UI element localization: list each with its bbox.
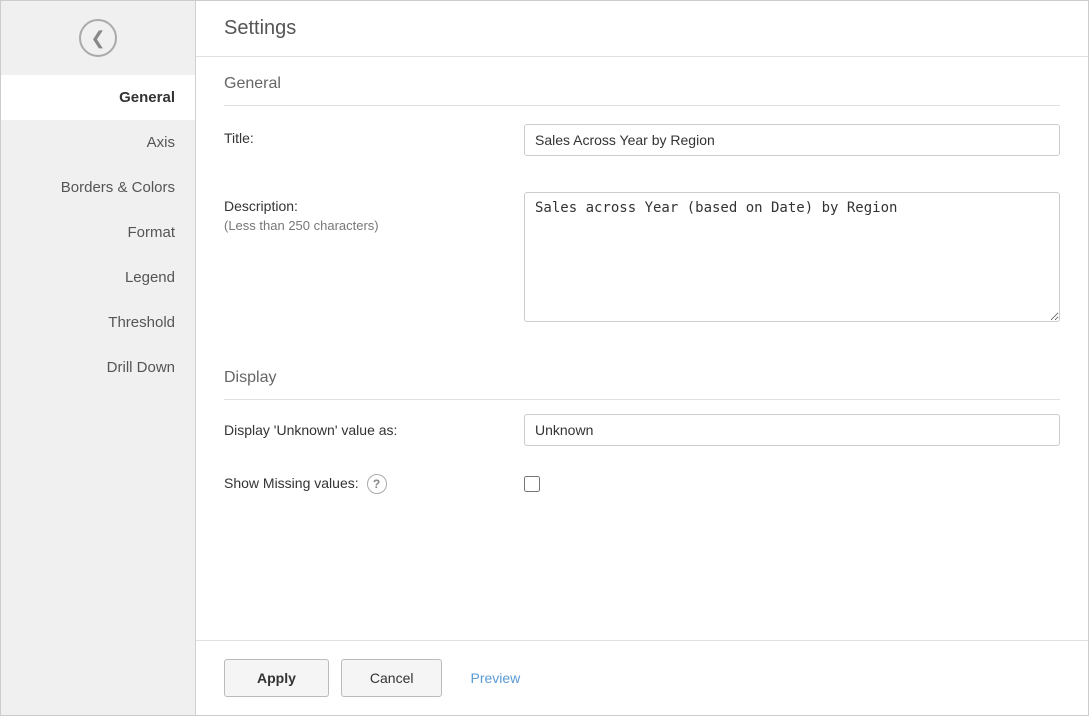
description-field: Sales across Year (based on Date) by Reg… [524, 192, 1060, 325]
sidebar-item-threshold[interactable]: Threshold [1, 300, 195, 345]
description-textarea[interactable]: Sales across Year (based on Date) by Reg… [524, 192, 1060, 322]
display-section-title: Display [224, 351, 1060, 399]
main-content: General Title: Description: (Less than 2… [196, 57, 1088, 640]
show-missing-field [524, 476, 1060, 492]
back-circle-icon: ❮ [79, 19, 117, 57]
title-field [524, 124, 1060, 156]
show-missing-label-wrap: Show Missing values: ? [224, 474, 504, 494]
sidebar-nav: General Axis Borders & Colors Format Leg… [1, 75, 195, 390]
unknown-value-input[interactable] [524, 414, 1060, 446]
unknown-value-row: Display 'Unknown' value as: [224, 400, 1060, 460]
unknown-value-label: Display 'Unknown' value as: [224, 422, 504, 438]
main-panel: Settings General Title: Description: (Le… [196, 1, 1088, 715]
sidebar: ❮ General Axis Borders & Colors Format L… [1, 1, 196, 715]
sidebar-item-borders-colors[interactable]: Borders & Colors [1, 165, 195, 210]
unknown-value-field [524, 414, 1060, 446]
cancel-button[interactable]: Cancel [341, 659, 443, 697]
description-label: Description: [224, 198, 504, 214]
description-sub-label: (Less than 250 characters) [224, 218, 504, 233]
sidebar-item-general[interactable]: General [1, 75, 195, 120]
description-label-wrap: Description: (Less than 250 characters) [224, 192, 504, 233]
sidebar-item-drill-down[interactable]: Drill Down [1, 345, 195, 390]
show-missing-label: Show Missing values: [224, 475, 359, 491]
general-section-title: General [224, 57, 1060, 105]
title-input[interactable] [524, 124, 1060, 156]
title-row: Title: [224, 106, 1060, 174]
main-header: Settings [196, 1, 1088, 57]
display-section: Display Display 'Unknown' value as: Show… [224, 351, 1060, 508]
title-label: Title: [224, 124, 504, 146]
sidebar-item-axis[interactable]: Axis [1, 120, 195, 165]
preview-button[interactable]: Preview [454, 660, 536, 696]
sidebar-item-legend[interactable]: Legend [1, 255, 195, 300]
help-icon[interactable]: ? [367, 474, 387, 494]
back-arrow-icon: ❮ [90, 28, 105, 49]
back-button[interactable]: ❮ [1, 1, 195, 75]
show-missing-row: Show Missing values: ? [224, 460, 1060, 508]
main-footer: Apply Cancel Preview [196, 640, 1088, 715]
description-row: Description: (Less than 250 characters) … [224, 174, 1060, 343]
sidebar-item-format[interactable]: Format [1, 210, 195, 255]
show-missing-checkbox[interactable] [524, 476, 540, 492]
apply-button[interactable]: Apply [224, 659, 329, 697]
page-title: Settings [224, 17, 296, 39]
